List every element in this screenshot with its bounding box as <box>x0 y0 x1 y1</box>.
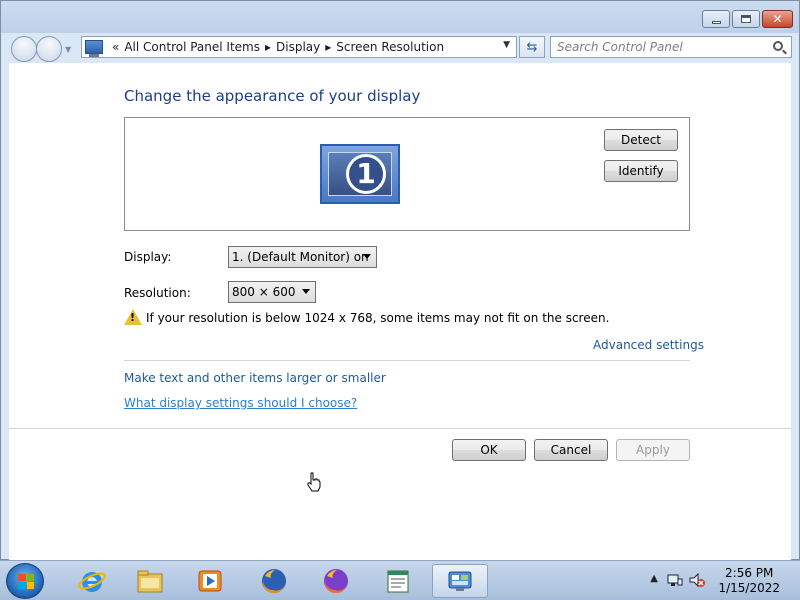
breadcrumb-screen-resolution[interactable]: Screen Resolution <box>336 40 444 54</box>
warning-icon: ! <box>124 309 142 325</box>
start-button[interactable] <box>6 563 44 599</box>
resolution-select-value: 800 × 600 <box>232 285 296 299</box>
resolution-select[interactable]: 800 × 600 <box>228 281 316 303</box>
close-icon: ✕ <box>772 12 783 26</box>
refresh-icon: ⇆ <box>526 39 538 55</box>
close-button[interactable]: ✕ <box>762 10 793 28</box>
maximize-button[interactable] <box>732 10 760 28</box>
breadcrumb-display[interactable]: Display <box>276 40 320 54</box>
firefox-icon <box>324 569 348 594</box>
clock-date: 1/15/2022 <box>718 581 780 595</box>
display-settings-help-link[interactable]: What display settings should I choose? <box>124 396 357 410</box>
apply-button: Apply <box>616 439 690 461</box>
minimize-button[interactable] <box>702 10 730 28</box>
internet-explorer-icon <box>78 572 106 592</box>
minimize-icon <box>711 20 721 24</box>
breadcrumb-chevron-icon[interactable]: ▸ <box>265 40 271 54</box>
firefox-icon <box>262 569 286 594</box>
notepad-icon <box>387 570 409 593</box>
taskbar-firefox[interactable] <box>246 564 302 598</box>
breadcrumb-chevron-icon[interactable]: ▸ <box>325 40 331 54</box>
breadcrumb-all-control-panel-items[interactable]: All Control Panel Items <box>124 40 260 54</box>
forward-button[interactable] <box>36 36 62 62</box>
breadcrumb-overflow-icon[interactable]: « <box>112 40 119 54</box>
taskbar-internet-explorer[interactable] <box>64 564 120 598</box>
refresh-button[interactable]: ⇆ <box>519 36 545 58</box>
clock-time: 2:56 PM <box>725 566 774 580</box>
network-icon[interactable] <box>666 571 684 589</box>
search-placeholder: Search Control Panel <box>557 40 683 54</box>
monitor-arrangement-panel: 1 Detect Identify <box>124 117 690 231</box>
display-select[interactable]: 1. (Default Monitor) on <box>228 246 377 268</box>
detect-button[interactable]: Detect <box>604 129 678 151</box>
show-hidden-icons-icon[interactable]: ▲ <box>650 573 658 584</box>
taskbar-firefox-2[interactable] <box>308 564 364 598</box>
navigation-bar: ▼ « All Control Panel Items ▸ Display ▸ … <box>1 33 799 63</box>
advanced-settings-link[interactable]: Advanced settings <box>593 338 704 352</box>
address-dropdown-icon[interactable]: ▼ <box>503 40 510 50</box>
search-input[interactable]: Search Control Panel <box>550 36 792 58</box>
taskbar-media-player[interactable] <box>182 564 238 598</box>
title-bar[interactable]: ✕ <box>1 1 799 33</box>
content-pane: Change the appearance of your display 1 … <box>9 63 791 561</box>
hand-cursor-icon <box>307 472 321 492</box>
media-player-icon <box>198 570 222 592</box>
windows-explorer-icon <box>137 570 163 593</box>
taskbar-control-panel[interactable] <box>432 564 488 598</box>
control-panel-icon <box>448 571 472 591</box>
screen-resolution-window: ✕ ▼ « All Control Panel Items ▸ Display … <box>0 0 800 561</box>
chevron-down-icon <box>302 289 310 294</box>
identify-button[interactable]: Identify <box>604 160 678 182</box>
taskbar-notepad[interactable] <box>370 564 426 598</box>
search-icon[interactable] <box>773 41 783 51</box>
page-title: Change the appearance of your display <box>124 87 421 105</box>
text-size-link[interactable]: Make text and other items larger or smal… <box>124 371 386 385</box>
control-panel-icon <box>85 40 103 57</box>
volume-muted-icon[interactable] <box>688 571 706 589</box>
taskbar-windows-explorer[interactable] <box>122 564 178 598</box>
monitor-number: 1 <box>346 154 386 194</box>
nav-buttons: ▼ <box>11 36 71 62</box>
display-select-value: 1. (Default Monitor) on <box>232 250 369 264</box>
window-controls: ✕ <box>702 10 793 28</box>
chevron-down-icon <box>363 254 371 259</box>
ok-button[interactable]: OK <box>452 439 526 461</box>
maximize-icon <box>741 15 751 23</box>
cancel-button[interactable]: Cancel <box>534 439 608 461</box>
footer-divider <box>9 428 791 429</box>
recent-pages-dropdown-icon[interactable]: ▼ <box>65 45 71 54</box>
windows-logo-icon <box>18 574 34 589</box>
address-bar[interactable]: « All Control Panel Items ▸ Display ▸ Sc… <box>81 36 517 58</box>
warning-text: If your resolution is below 1024 x 768, … <box>146 311 610 325</box>
resolution-label: Resolution: <box>124 286 191 300</box>
monitor-1-icon[interactable]: 1 <box>320 144 400 204</box>
divider <box>124 360 690 361</box>
back-button[interactable] <box>11 36 37 62</box>
monitor-screen: 1 <box>328 152 392 196</box>
display-label: Display: <box>124 250 172 264</box>
taskbar: ▲ 2:56 PM 1/15/2022 <box>0 560 800 600</box>
taskbar-clock[interactable]: 2:56 PM 1/15/2022 <box>718 566 780 596</box>
